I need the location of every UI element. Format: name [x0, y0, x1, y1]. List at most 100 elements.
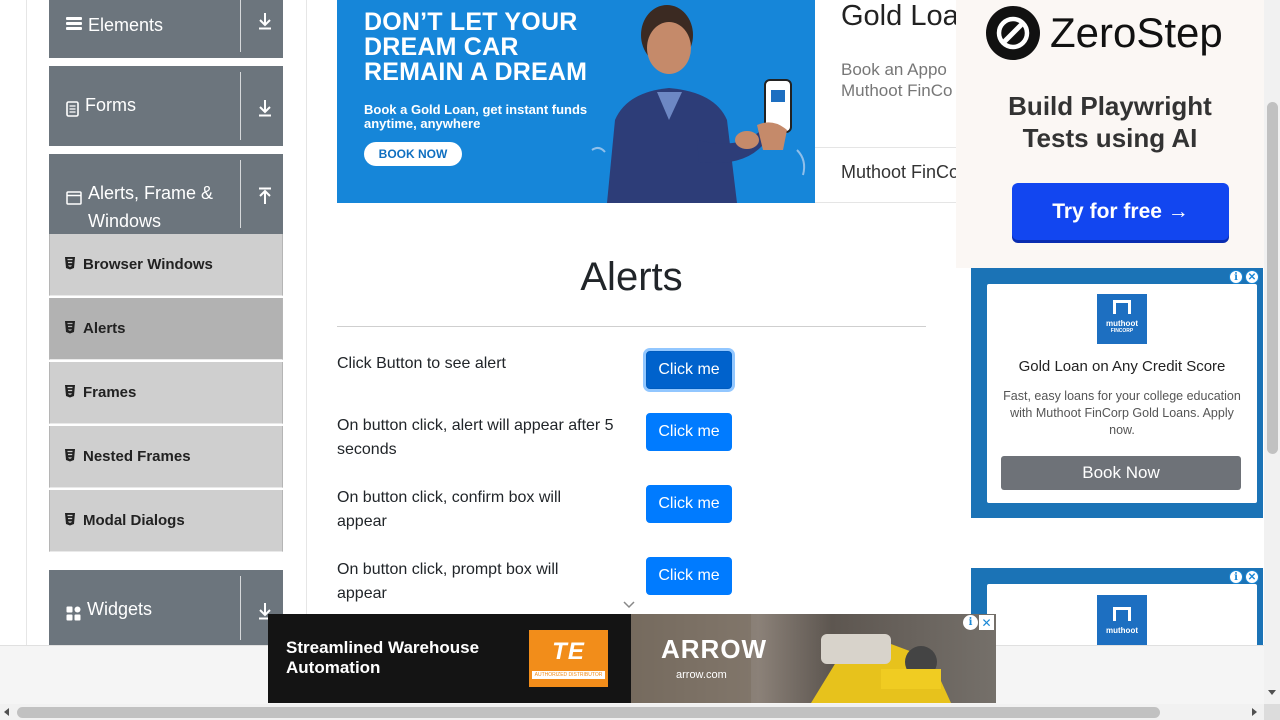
- muthoot-ad[interactable]: muthoot FINCORP Gold Loan on Any Credit …: [971, 268, 1263, 518]
- close-ad-icon[interactable]: ✕: [979, 615, 994, 630]
- page: Elements Forms Alerts, Frame & Windows B…: [0, 0, 1280, 720]
- sidebar-group-label: Elements: [88, 15, 164, 35]
- sidebar-item-frames[interactable]: Frames: [49, 362, 283, 424]
- sidebar-group-label: Alerts, Frame & Windows: [88, 183, 214, 231]
- confirm-row-label: On button click, confirm box will appear: [337, 489, 562, 530]
- bottom-ad-headline-text: Streamlined Warehouse Automation: [286, 638, 480, 677]
- left-gutter-divider: [26, 0, 27, 645]
- side-brand: Muthoot FinCo: [841, 162, 956, 182]
- te-logo-sub: AUTHORIZED DISTRIBUTOR: [531, 671, 606, 679]
- close-ad-icon[interactable]: ✕: [1245, 270, 1259, 284]
- side-description-line-2: Muthoot FinCo: [841, 81, 953, 100]
- arrow-logo: ARROW: [661, 634, 768, 664]
- zerostep-headline: Build Playwright Tests using AI: [956, 90, 1264, 154]
- muthoot-logo: muthoot: [1097, 595, 1147, 645]
- sidebar-group-alerts-frame-windows[interactable]: Alerts, Frame & Windows: [49, 154, 283, 234]
- sidebar-item-label: Alerts: [83, 320, 126, 337]
- html5-icon: [64, 256, 76, 274]
- muthoot-ad-2[interactable]: muthoot i ✕: [971, 568, 1263, 645]
- sidebar-group-forms[interactable]: Forms: [49, 66, 283, 146]
- hamburger-icon: [66, 17, 82, 31]
- banner-headline: DON’T LET YOUR DREAM CAR REMAIN A DREAM: [364, 8, 588, 86]
- html5-icon: [64, 512, 76, 530]
- horizontal-scrollbar-thumb[interactable]: [17, 707, 1160, 718]
- group-divider: [240, 576, 241, 640]
- scroll-left-arrow-icon[interactable]: [4, 708, 9, 716]
- try-for-free-button[interactable]: Try for free →: [1012, 183, 1229, 240]
- sidebar-group-label: Forms: [85, 95, 136, 115]
- window-icon: [66, 185, 82, 213]
- alert-row-label: Click Button to see alert: [337, 355, 506, 372]
- sidebar-item-browser-windows[interactable]: Browser Windows: [49, 234, 283, 296]
- html5-icon: [64, 384, 76, 402]
- side-description-line-1: Book an Appo: [841, 60, 947, 79]
- scroll-right-arrow-icon[interactable]: [1252, 708, 1257, 716]
- zerostep-headline-text: Build Playwright Tests using AI: [1008, 91, 1212, 153]
- arrow-url: arrow.com: [676, 669, 727, 681]
- sidebar-group-label: Widgets: [87, 599, 153, 619]
- adchoices-icon[interactable]: i: [1229, 570, 1243, 584]
- sidebar-item-label: Nested Frames: [83, 448, 191, 465]
- grid-icon: [66, 601, 81, 629]
- horizontal-scrollbar[interactable]: [0, 704, 1264, 720]
- side-separator: [815, 147, 956, 148]
- sidebar-group-elements[interactable]: Elements: [49, 0, 283, 58]
- sidebar-item-alerts[interactable]: Alerts: [49, 298, 283, 360]
- upload-arrow-icon[interactable]: [253, 184, 277, 208]
- page-title: Alerts: [580, 255, 683, 299]
- side-title: Gold Loa: [841, 0, 956, 32]
- zerostep-logo: ZeroStep: [986, 6, 1223, 60]
- banner-subtext: Book a Gold Loan, get instant funds anyt…: [364, 102, 588, 131]
- muthoot-logo-text: muthoot: [1106, 319, 1138, 328]
- zerostep-ad[interactable]: ZeroStep Build Playwright Tests using AI…: [956, 0, 1264, 268]
- alert-button[interactable]: Click me: [646, 351, 732, 389]
- te-logo: TE AUTHORIZED DISTRIBUTOR: [529, 630, 608, 687]
- group-divider: [240, 0, 241, 52]
- adchoices-icon[interactable]: i: [1229, 270, 1243, 284]
- sidebar-item-label: Modal Dialogs: [83, 512, 185, 529]
- book-now-button[interactable]: BOOK NOW: [364, 142, 462, 166]
- adchoices-icon[interactable]: i: [963, 615, 978, 630]
- muthoot-ad-description: Fast, easy loans for your college educat…: [1003, 389, 1241, 437]
- bottom-ad-headline: Streamlined Warehouse Automation: [286, 638, 516, 678]
- download-arrow-icon[interactable]: [253, 96, 277, 120]
- close-ad-icon[interactable]: ✕: [1245, 570, 1259, 584]
- timer-alert-row-label: On button click, alert will appear after…: [337, 417, 614, 458]
- group-divider: [240, 160, 241, 228]
- gold-loan-banner-ad[interactable]: DON’T LET YOUR DREAM CAR REMAIN A DREAM …: [337, 0, 815, 203]
- warehouse-automation-ad[interactable]: Streamlined Warehouse Automation TE AUTH…: [268, 614, 996, 703]
- chevron-down-icon[interactable]: [622, 600, 636, 610]
- sidebar-group-alerts-title: Alerts, Frame & Windows: [66, 179, 236, 235]
- sidebar-group-widgets[interactable]: Widgets: [49, 570, 283, 646]
- html5-icon: [64, 320, 76, 338]
- download-arrow-icon[interactable]: [253, 9, 277, 33]
- html5-icon: [64, 448, 76, 466]
- sidebar-item-label: Frames: [83, 384, 137, 401]
- timer-alert-button[interactable]: Click me: [646, 413, 732, 451]
- muthoot-logo-sub: FINCORP: [1110, 328, 1134, 334]
- sidebar-group-widgets-title: Widgets: [66, 595, 152, 629]
- vertical-scrollbar[interactable]: [1264, 0, 1280, 704]
- gold-loan-side-panel[interactable]: Gold Loa Book an Appo Muthoot FinCo Muth…: [815, 0, 956, 203]
- book-now-ad-button[interactable]: Book Now: [1001, 456, 1241, 490]
- scroll-down-arrow-icon[interactable]: [1268, 690, 1276, 695]
- title-divider: [337, 326, 926, 327]
- group-divider: [240, 72, 241, 140]
- prompt-button[interactable]: Click me: [646, 557, 732, 595]
- confirm-button[interactable]: Click me: [646, 485, 732, 523]
- side-description: Book an Appo Muthoot FinCo: [841, 59, 956, 101]
- sidebar-item-nested-frames[interactable]: Nested Frames: [49, 426, 283, 488]
- document-icon: [66, 97, 79, 125]
- sidebar-item-label: Browser Windows: [83, 256, 213, 273]
- sidebar-group-forms-title: Forms: [66, 91, 136, 125]
- sidebar-group-elements-title: Elements: [66, 11, 163, 39]
- zerostep-logo-icon: [986, 6, 1040, 60]
- te-logo-text: TE: [552, 638, 585, 665]
- muthoot-logo-text: muthoot: [1106, 626, 1138, 635]
- vertical-scrollbar-thumb[interactable]: [1267, 102, 1278, 454]
- muthoot-logo: muthoot FINCORP: [1097, 294, 1147, 344]
- sidebar-divider: [306, 0, 307, 645]
- sidebar-item-modal-dialogs[interactable]: Modal Dialogs: [49, 490, 283, 552]
- zerostep-brand: ZeroStep: [1050, 9, 1223, 56]
- muthoot-ad-title: Gold Loan on Any Credit Score: [1018, 358, 1226, 375]
